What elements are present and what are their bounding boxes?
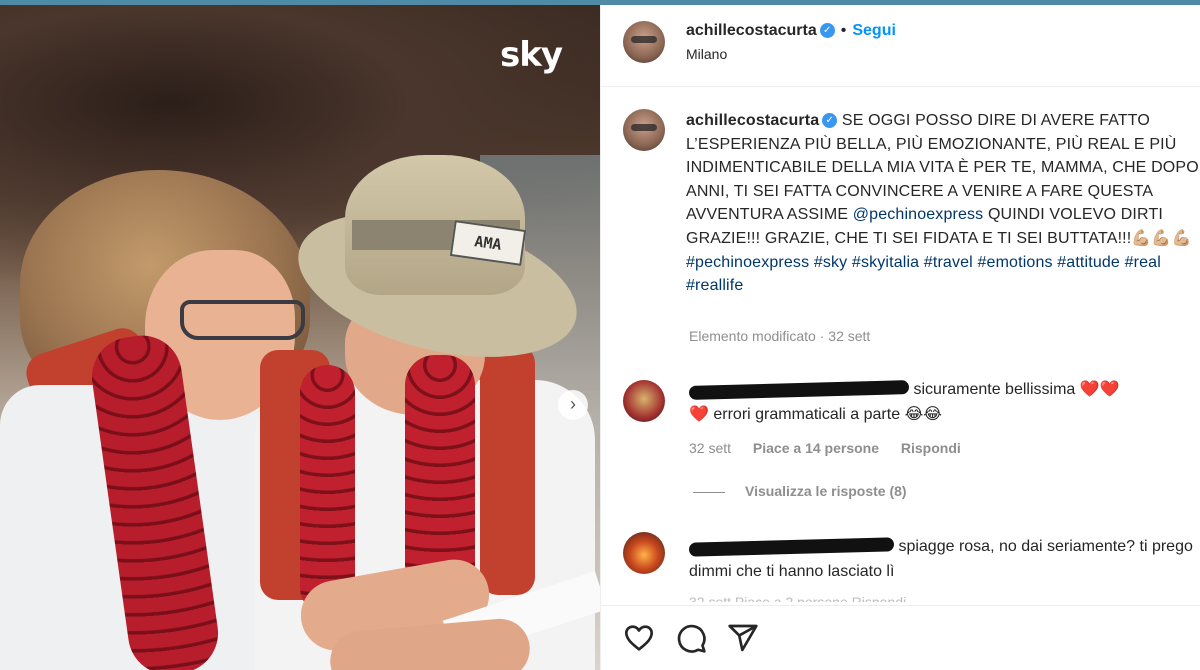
comment-text: sicuramente bellissima ❤️❤️ ❤️ errori gr…: [688, 378, 1194, 427]
separator-dot: •: [840, 22, 847, 39]
heart-icon[interactable]: [623, 622, 655, 654]
caption-mention[interactable]: @pechinoexpress: [853, 206, 984, 223]
caption-meta: Elemento modificato · 32 sett: [689, 328, 871, 344]
share-icon[interactable]: [727, 622, 759, 654]
heart-emoji: ❤️: [689, 405, 709, 423]
comment-time[interactable]: 32 sett: [689, 440, 731, 456]
post-caption: achillecostacurta ✓ SE OGGI POSSO DIRE DI…: [686, 109, 1200, 298]
header-user-line: achillecostacurta ✓ • Segui: [686, 22, 896, 40]
comment-body: sicuramente bellissima: [913, 381, 1076, 398]
redacted-username: [688, 379, 910, 400]
muscle-emoji: 💪🏼💪🏼💪🏼: [1131, 229, 1192, 247]
comment-body-cont: errori grammaticali a parte: [713, 405, 901, 423]
caption-hashtags[interactable]: #pechinoexpress #sky #skyitalia #travel …: [686, 254, 1161, 295]
action-bar: [601, 605, 1200, 670]
post-panel: achillecostacurta ✓ • Segui Milano achillec…: [600, 5, 1200, 670]
location-link[interactable]: Milano: [686, 46, 727, 62]
avatar[interactable]: [623, 532, 665, 574]
comment-icon[interactable]: [675, 622, 707, 654]
post-header: achillecostacurta ✓ • Segui Milano: [601, 5, 1200, 87]
view-replies-button[interactable]: Visualizza le risposte (8): [693, 483, 907, 499]
username-link[interactable]: achillecostacurta: [686, 22, 817, 39]
follow-button[interactable]: Segui: [852, 22, 896, 39]
verified-badge-icon: ✓: [819, 23, 835, 39]
reply-button[interactable]: Rispondi: [901, 440, 961, 456]
verified-badge-icon: ✓: [822, 113, 838, 129]
post-photo: AMA sky ›: [0, 5, 600, 670]
avatar[interactable]: [623, 21, 665, 63]
comment-meta: 32 sett Piace a 14 persone Rispondi: [689, 440, 979, 456]
comment-text: spiagge rosa, no dai seriamente? ti preg…: [688, 535, 1194, 584]
laugh-emoji: 😂😂: [904, 405, 942, 423]
sky-watermark: sky: [500, 35, 563, 75]
hearts-emoji: ❤️❤️: [1079, 381, 1120, 398]
view-replies-label: Visualizza le risposte (8): [745, 483, 907, 499]
avatar[interactable]: [623, 109, 665, 151]
photo-man-strap-right: [480, 345, 535, 595]
chevron-right-icon[interactable]: ›: [558, 390, 588, 420]
caption-username[interactable]: achillecostacurta: [686, 112, 819, 129]
comment-likes[interactable]: Piace a 14 persone: [753, 440, 879, 456]
photo-man-lei-right: [405, 355, 475, 595]
replies-line: [693, 491, 725, 493]
photo-woman-glasses: [180, 300, 305, 340]
comment-meta-cutoff: 32 sett Piace a 2 persone Rispondi: [689, 594, 907, 602]
redacted-username: [688, 537, 895, 557]
avatar[interactable]: [623, 380, 665, 422]
